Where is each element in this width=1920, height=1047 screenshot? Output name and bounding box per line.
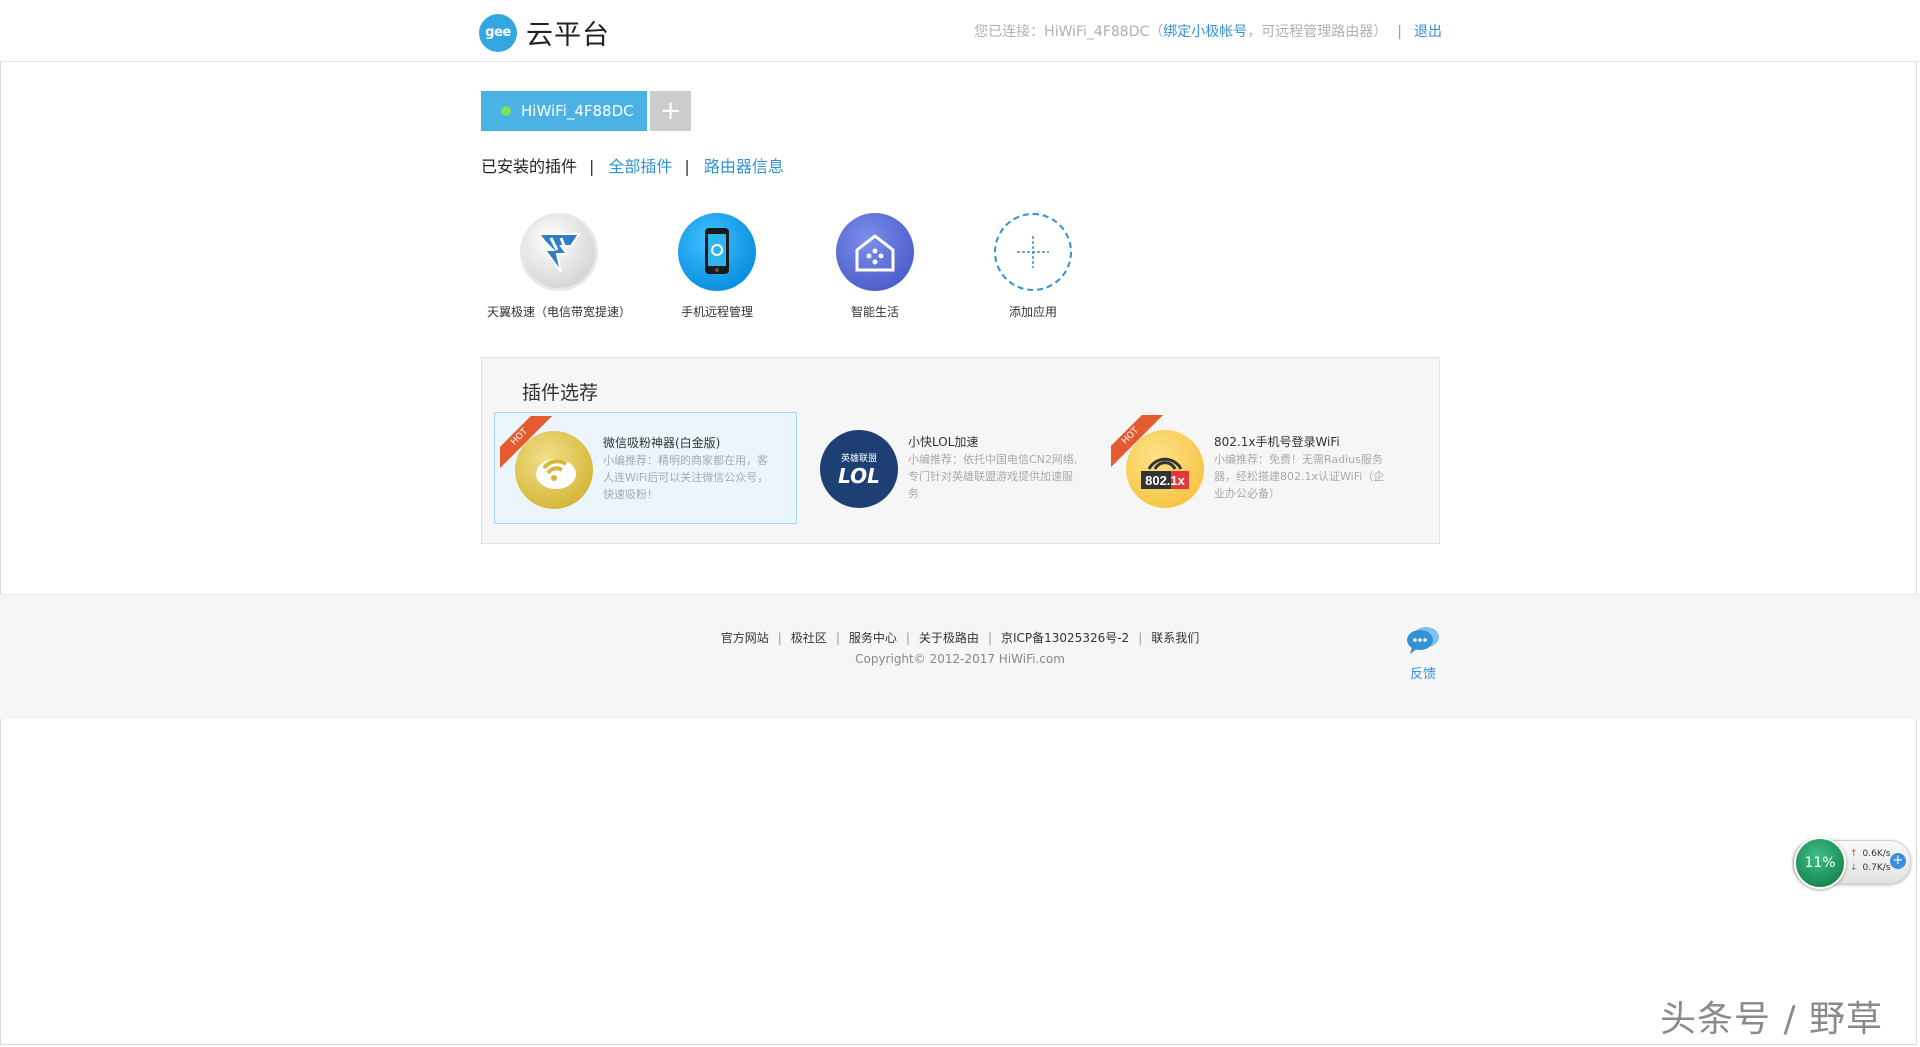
hot-badge: HOT xyxy=(1111,415,1163,467)
recommend-item-desc: 小编推荐：依托中国电信CN2网络,专门针对英雄联盟游戏提供加速服务 xyxy=(908,453,1078,500)
hot-badge: HOT xyxy=(500,416,552,468)
lol-logo-icon: 英雄联盟 LOL xyxy=(820,430,898,508)
plugin-add-app[interactable]: 添加应用 xyxy=(953,213,1113,320)
bind-account-link[interactable]: 绑定小极帐号 xyxy=(1163,24,1247,40)
plugin-tianyi[interactable]: 天翼极速（电信带宽提速） xyxy=(479,213,639,320)
footer-link-about[interactable]: 关于极路由 xyxy=(919,631,979,645)
footer-link-icp[interactable]: 京ICP备13025326号-2 xyxy=(1001,631,1129,645)
nav-all-plugins[interactable]: 全部插件 xyxy=(608,153,672,177)
nav-router-info[interactable]: 路由器信息 xyxy=(704,153,784,177)
plugin-name: 添加应用 xyxy=(1008,305,1057,319)
feedback-label: 反馈 xyxy=(1409,667,1436,682)
footer-separator: | xyxy=(1138,631,1143,645)
feedback-button[interactable]: 反馈 xyxy=(1406,625,1440,682)
recommend-item-desc: 小编推荐：精明的商家都在用，客人连WiFi后可以关注微信公众号，快速吸粉！ xyxy=(603,454,769,501)
footer-link-service[interactable]: 服务中心 xyxy=(849,631,897,645)
download-arrow-icon: ↓ xyxy=(1850,863,1858,873)
nav-installed-plugins[interactable]: 已安装的插件 xyxy=(481,153,577,177)
chat-bubble-icon xyxy=(1407,627,1439,654)
recommend-item-wechat[interactable]: HOT 微信吸粉神器(白金版) 小编推荐：精明的商家都在用，客人连WiFi后可以… xyxy=(494,412,797,524)
plugin-nav: 已安装的插件 | 全部插件 | 路由器信息 xyxy=(481,153,784,177)
network-speed-widget[interactable]: 11% ↑ 0.6K/s ↓ 0.7K/s + xyxy=(1793,837,1911,889)
upload-speed: ↑ 0.6K/s xyxy=(1850,849,1890,859)
footer-link-contact[interactable]: 联系我们 xyxy=(1151,631,1199,645)
upload-arrow-icon: ↑ xyxy=(1850,849,1858,859)
download-speed-value: 0.7K/s xyxy=(1862,863,1891,873)
add-app-icon xyxy=(994,213,1072,291)
router-tab[interactable]: HiWiFi_4F88DC xyxy=(481,91,647,131)
recommend-item-lol[interactable]: 英雄联盟 LOL 小快LOL加速 小编推荐：依托中国电信CN2网络,专门针对英雄… xyxy=(800,412,1103,524)
copyright: Copyright© 2012-2017 HiWiFi.com xyxy=(855,652,1065,666)
recommend-item-desc: 小编推荐：免费！无需Radius服务器，经松搭建802.1x认证WiFi（企业办… xyxy=(1214,453,1385,500)
upload-speed-value: 0.6K/s xyxy=(1862,849,1891,859)
plugin-smart-life[interactable]: 智能生活 xyxy=(795,213,955,320)
connection-status: 您已连接：HiWiFi_4F88DC（绑定小极帐号，可远程管理路由器） | 退出 xyxy=(974,21,1442,41)
footer-link-community[interactable]: 极社区 xyxy=(791,631,827,645)
top-header: gee 云平台 您已连接：HiWiFi_4F88DC（绑定小极帐号，可远程管理路… xyxy=(0,0,1920,62)
plugin-phone-remote[interactable]: 手机远程管理 xyxy=(637,213,797,320)
online-status-icon xyxy=(501,106,511,116)
footer-separator: | xyxy=(835,631,840,645)
recommend-item-name: 802.1x手机号登录WiFi xyxy=(1214,435,1340,449)
lol-icon-caption: 英雄联盟 xyxy=(840,453,877,464)
recommend-panel: 插件选荐 HOT 微信吸粉神器(白金版) 小编推荐：精明的商家都在用，客人连Wi… xyxy=(481,357,1440,544)
logo-title: 云平台 xyxy=(526,20,610,51)
logout-link[interactable]: 退出 xyxy=(1414,24,1442,40)
recommend-item-name: 微信吸粉神器(白金版) xyxy=(603,436,721,450)
header-separator: | xyxy=(1397,24,1402,40)
widget-plus-icon[interactable]: + xyxy=(1890,853,1906,869)
logo[interactable]: gee 云平台 xyxy=(479,13,610,52)
nav-separator: | xyxy=(684,157,690,176)
footer-separator: | xyxy=(905,631,910,645)
gee-logo-icon: gee xyxy=(479,13,517,52)
footer-separator: | xyxy=(777,631,782,645)
watermark: 头条号 / 野草 xyxy=(1660,999,1884,1040)
footer-link-official[interactable]: 官方网站 xyxy=(721,631,769,645)
smart-home-icon xyxy=(836,213,914,291)
tianyi-speed-icon xyxy=(520,213,598,291)
phone-remote-icon xyxy=(678,213,756,291)
footer-separator: | xyxy=(987,631,992,645)
cpu-usage-badge: 11% xyxy=(1794,837,1846,889)
add-router-button[interactable]: + xyxy=(650,91,691,131)
plugin-name: 智能生活 xyxy=(850,305,899,319)
connection-suffix: ，可远程管理路由器） xyxy=(1247,24,1388,40)
recommend-item-name: 小快LOL加速 xyxy=(908,435,979,449)
footer-links: 官方网站 | 极社区 | 服务中心 | 关于极路由 | 京ICP备13025326号-2 | 联系我… xyxy=(0,629,1920,646)
lol-icon-text: LOL xyxy=(838,463,880,488)
plugin-name: 天翼极速（电信带宽提速） xyxy=(486,305,631,319)
plugin-name: 手机远程管理 xyxy=(680,305,753,319)
recommend-item-8021x[interactable]: 802.1x HOT 802.1x手机号登录WiFi 小编推荐：免费！无需Rad… xyxy=(1106,412,1409,524)
connection-prefix: 您已连接：HiWiFi_4F88DC（ xyxy=(974,24,1164,40)
download-speed: ↓ 0.7K/s xyxy=(1850,863,1890,873)
8021x-icon-text: 802.1x xyxy=(1145,473,1186,488)
recommend-title: 插件选荐 xyxy=(522,382,599,404)
nav-separator: | xyxy=(589,157,595,176)
footer: 官方网站 | 极社区 | 服务中心 | 关于极路由 | 京ICP备13025326号-2 | 联系我… xyxy=(0,594,1920,719)
router-name: HiWiFi_4F88DC xyxy=(521,102,634,120)
